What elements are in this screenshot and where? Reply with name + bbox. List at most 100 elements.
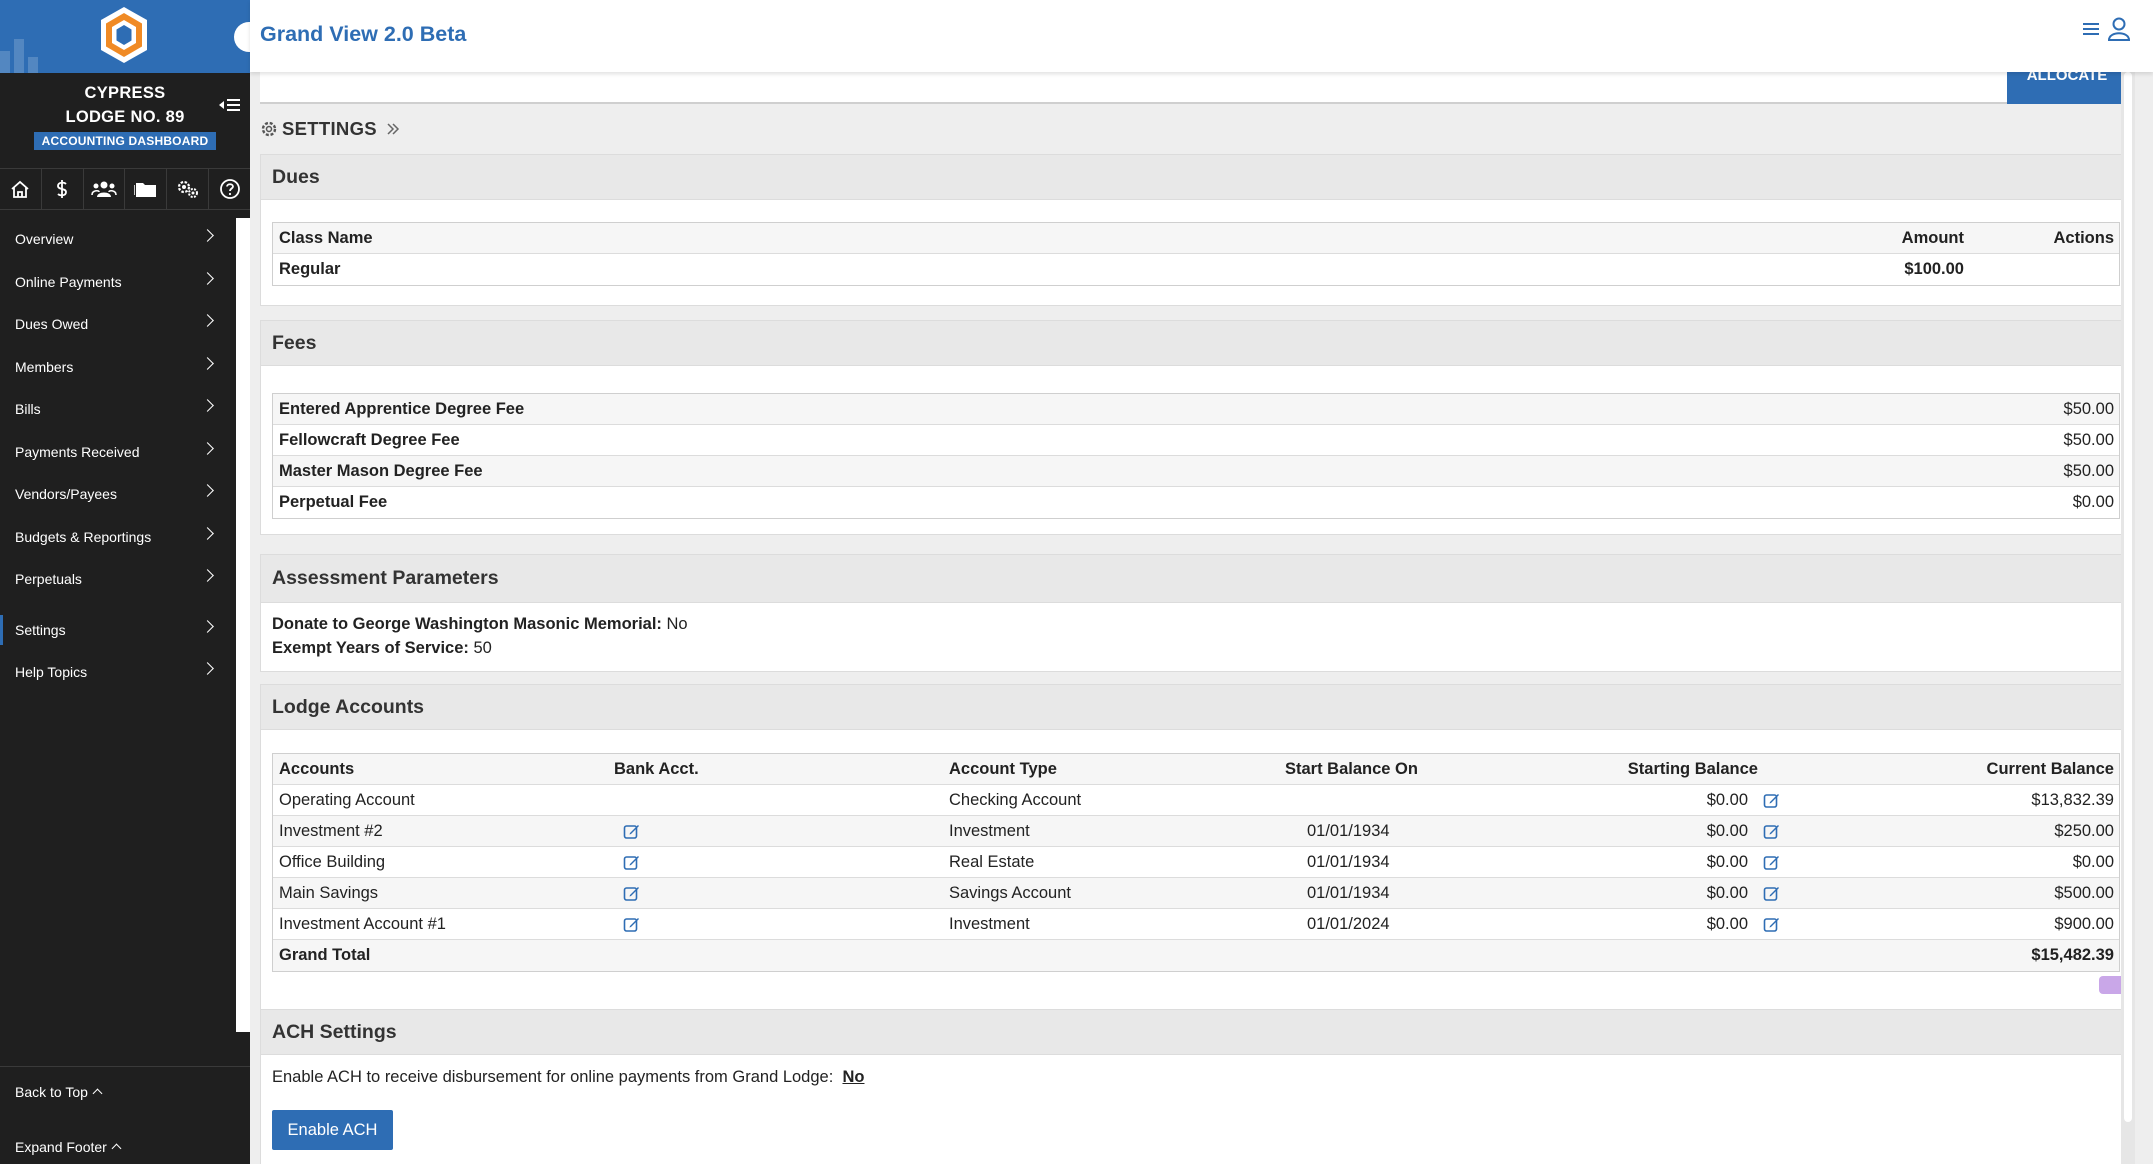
chevron-right-icon bbox=[201, 399, 214, 412]
edit-bank-acct-icon[interactable] bbox=[623, 854, 640, 871]
members-icon[interactable] bbox=[84, 169, 126, 209]
sidebar-footer: Back to Top Expand Footer bbox=[0, 1066, 250, 1164]
home-icon[interactable] bbox=[0, 169, 42, 209]
dues-panel: Dues Class Name Amount Actions Regular $… bbox=[260, 154, 2130, 306]
edit-starting-balance-icon[interactable] bbox=[1763, 916, 1780, 933]
donate-value: No bbox=[666, 615, 688, 633]
sidebar-item-perpetuals[interactable]: Perpetuals bbox=[0, 558, 236, 601]
expand-footer-link[interactable]: Expand Footer bbox=[0, 1122, 250, 1164]
dollar-icon[interactable] bbox=[42, 169, 84, 209]
assessment-panel: Assessment Parameters Donate to George W… bbox=[260, 554, 2130, 672]
table-row: Investment Account #1 Investment 01/01/2… bbox=[273, 909, 2119, 940]
collapse-menu-icon[interactable] bbox=[219, 97, 241, 113]
sidebar-toggle-knob[interactable] bbox=[234, 22, 250, 52]
sidebar-logo-area bbox=[0, 0, 250, 73]
table-row: Regular $100.00 bbox=[273, 254, 2119, 285]
top-header: Grand View 2.0 Beta bbox=[250, 0, 2153, 72]
grand-total-row: Grand Total $15,482.39 bbox=[273, 940, 2119, 971]
sidebar-item-online-payments[interactable]: Online Payments bbox=[0, 261, 236, 304]
chevron-right-icon bbox=[201, 271, 214, 285]
assessment-title: Assessment Parameters bbox=[261, 555, 2129, 603]
ach-text: Enable ACH to receive disbursement for o… bbox=[272, 1068, 834, 1086]
folder-icon[interactable] bbox=[125, 169, 168, 209]
col-class-name: Class Name bbox=[279, 228, 373, 247]
edit-starting-balance-icon[interactable] bbox=[1763, 854, 1780, 871]
ach-panel: ACH Settings Enable ACH to receive disbu… bbox=[260, 1009, 2130, 1164]
edit-starting-balance-icon[interactable] bbox=[1763, 823, 1780, 840]
caret-up-icon bbox=[111, 1143, 122, 1154]
fees-table: Entered Apprentice Degree Fee $50.00 Fell… bbox=[272, 393, 2120, 519]
back-to-top-link[interactable]: Back to Top bbox=[0, 1067, 250, 1116]
dues-amount: $100.00 bbox=[1904, 260, 1964, 278]
sidebar-nav: Overview Online Payments Dues Owed Membe… bbox=[0, 212, 250, 1068]
sidebar-item-budgets-reportings[interactable]: Budgets & Reportings bbox=[0, 516, 236, 559]
ach-status-link[interactable]: No bbox=[842, 1068, 864, 1086]
sidebar-item-payments-received[interactable]: Payments Received bbox=[0, 431, 236, 474]
col-actions: Actions bbox=[2053, 228, 2114, 247]
caret-up-icon bbox=[92, 1088, 103, 1099]
exempt-value: 50 bbox=[473, 639, 492, 657]
sidebar-item-vendors-payees[interactable]: Vendors/Payees bbox=[0, 473, 236, 516]
table-row: Operating Account Checking Account $0.00… bbox=[273, 785, 2119, 816]
edit-bank-acct-icon[interactable] bbox=[623, 885, 640, 902]
col-amount: Amount bbox=[1901, 228, 1964, 247]
scrollbar-thumb[interactable] bbox=[2124, 72, 2132, 1122]
donate-label: Donate to George Washington Masonic Memo… bbox=[272, 615, 662, 633]
enable-ach-button[interactable]: Enable ACH bbox=[272, 1110, 393, 1150]
dues-class-name: Regular bbox=[279, 260, 341, 278]
table-row: Master Mason Degree Fee $50.00 bbox=[273, 456, 2119, 487]
ach-title: ACH Settings bbox=[261, 1010, 2129, 1055]
chevron-right-icon bbox=[201, 569, 214, 582]
chevron-right-icon bbox=[201, 356, 214, 370]
hamburger-menu-icon[interactable] bbox=[2083, 21, 2099, 37]
logo-icon[interactable] bbox=[98, 5, 150, 65]
sidebar-item-help-topics[interactable]: Help Topics bbox=[0, 651, 236, 694]
chevron-right-icon bbox=[201, 619, 214, 633]
exempt-label: Exempt Years of Service: bbox=[272, 639, 469, 657]
lodge-accounts-table: Accounts Bank Acct. Account Type Start B… bbox=[272, 753, 2120, 972]
quick-icon-row bbox=[0, 168, 250, 210]
table-row: Main Savings Savings Account 01/01/1934 … bbox=[273, 878, 2119, 909]
fees-panel: Fees Entered Apprentice Degree Fee $50.00… bbox=[260, 320, 2130, 535]
table-row: Investment #2 Investment 01/01/1934 $0.0… bbox=[273, 816, 2119, 847]
sidebar-item-overview[interactable]: Overview bbox=[0, 218, 236, 261]
scrollbar[interactable] bbox=[2121, 72, 2135, 1164]
sidebar-item-members[interactable]: Members bbox=[0, 346, 236, 389]
sidebar-item-bills[interactable]: Bills bbox=[0, 388, 236, 431]
dashboard-badge: ACCOUNTING DASHBOARD bbox=[33, 132, 217, 150]
edit-bank-acct-icon[interactable] bbox=[623, 823, 640, 840]
allocate-button[interactable]: ALLOCATE bbox=[2007, 72, 2127, 104]
table-header-row: Accounts Bank Acct. Account Type Start B… bbox=[273, 754, 2119, 785]
donate-row: Donate to George Washington Masonic Memo… bbox=[261, 612, 2129, 636]
top-action-strip: ALLOCATE bbox=[260, 72, 2132, 104]
chevron-right-icon bbox=[201, 484, 214, 497]
help-icon[interactable] bbox=[209, 169, 250, 209]
breadcrumb-settings[interactable]: SETTINGS bbox=[282, 118, 377, 140]
chevron-right-icon bbox=[201, 526, 214, 540]
lodge-name-line1: CYPRESS bbox=[84, 84, 166, 102]
gear-icon bbox=[261, 121, 277, 137]
edit-starting-balance-icon[interactable] bbox=[1763, 885, 1780, 902]
main-content: ALLOCATE SETTINGS Dues Class Name Amount… bbox=[250, 72, 2135, 1164]
lodge-accounts-title: Lodge Accounts bbox=[261, 685, 2129, 730]
decorative-bars bbox=[0, 39, 38, 73]
ach-row: Enable ACH to receive disbursement for o… bbox=[261, 1065, 2129, 1089]
table-row: Perpetual Fee $0.00 bbox=[273, 487, 2119, 518]
edit-bank-acct-icon[interactable] bbox=[623, 916, 640, 933]
exempt-row: Exempt Years of Service: 50 bbox=[261, 636, 2129, 660]
lodge-header: CYPRESS LODGE NO. 89 ACCOUNTING DASHBOAR… bbox=[0, 73, 250, 168]
breadcrumb: SETTINGS bbox=[260, 118, 401, 140]
fees-title: Fees bbox=[261, 321, 2129, 366]
table-header-row: Class Name Amount Actions bbox=[273, 223, 2119, 254]
sidebar-item-dues-owed[interactable]: Dues Owed bbox=[0, 303, 236, 346]
chevron-right-icon bbox=[201, 441, 214, 455]
chevron-right-icon bbox=[201, 662, 214, 675]
table-row: Fellowcraft Degree Fee $50.00 bbox=[273, 425, 2119, 456]
user-profile-icon[interactable] bbox=[2107, 16, 2131, 42]
dues-title: Dues bbox=[261, 155, 2129, 200]
app-title[interactable]: Grand View 2.0 Beta bbox=[260, 22, 466, 47]
table-row: Entered Apprentice Degree Fee $50.00 bbox=[273, 394, 2119, 425]
gears-icon[interactable] bbox=[167, 169, 210, 209]
sidebar-item-settings[interactable]: Settings bbox=[0, 609, 236, 652]
edit-starting-balance-icon[interactable] bbox=[1763, 792, 1780, 809]
